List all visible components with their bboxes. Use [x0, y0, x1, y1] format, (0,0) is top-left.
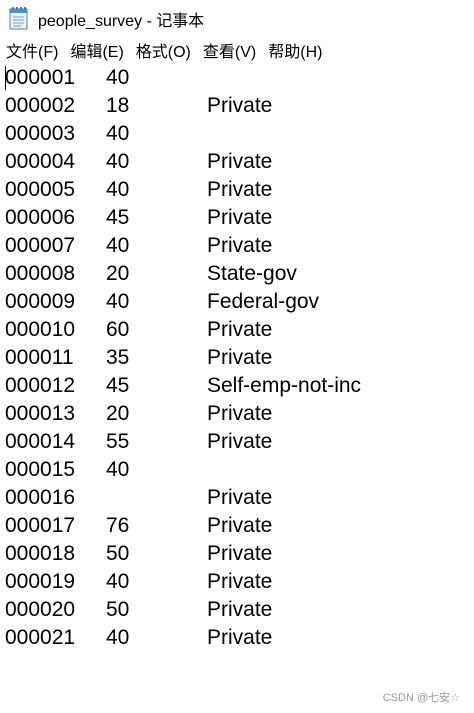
- text-line: 000020 50 Private: [5, 596, 465, 624]
- text-line: 000014 55 Private: [5, 428, 465, 456]
- record-age: 50: [106, 598, 130, 621]
- record-id: 000004: [5, 150, 76, 173]
- record-id: 000009: [5, 290, 76, 313]
- record-workclass: Private: [207, 514, 273, 537]
- record-workclass: Private: [207, 94, 273, 117]
- menu-bar: 文件(F) 编辑(E) 格式(O) 查看(V) 帮助(H): [0, 36, 474, 65]
- record-age: 35: [106, 346, 130, 369]
- menu-help[interactable]: 帮助(H): [268, 38, 326, 62]
- record-age: 60: [106, 318, 130, 341]
- record-age: 40: [106, 150, 130, 173]
- title-bar: people_survey - 记事本: [0, 0, 474, 36]
- record-age: 45: [106, 206, 130, 229]
- record-age: 40: [106, 458, 130, 481]
- record-id: 000019: [5, 570, 76, 593]
- text-line: 000002 18 Private: [5, 92, 465, 120]
- record-workclass: Private: [207, 542, 273, 565]
- record-age: 40: [106, 570, 130, 593]
- record-age: 40: [106, 626, 130, 649]
- record-id: 000006: [5, 206, 76, 229]
- record-id: 000018: [5, 542, 76, 565]
- record-id: 000001: [5, 66, 76, 89]
- record-id: 000008: [5, 262, 76, 285]
- record-workclass: Private: [207, 402, 273, 425]
- watermark: CSDN @七安☆: [382, 692, 460, 704]
- record-age: 76: [106, 514, 130, 537]
- menu-file[interactable]: 文件(F): [6, 38, 62, 62]
- record-age: 18: [106, 94, 130, 117]
- menu-format[interactable]: 格式(O): [136, 38, 195, 62]
- record-id: 000015: [5, 458, 76, 481]
- text-line: 000008 20 State-gov: [5, 260, 465, 288]
- text-line: 000009 40 Federal-gov: [5, 288, 465, 316]
- record-workclass: Self-emp-not-inc: [207, 374, 362, 397]
- text-line: 000004 40 Private: [5, 148, 465, 176]
- text-line: 000007 40 Private: [5, 232, 465, 260]
- record-workclass: Private: [207, 626, 273, 649]
- text-line: 000010 60 Private: [5, 316, 465, 344]
- text-line: 000021 40 Private: [5, 624, 465, 652]
- record-id: 000014: [5, 430, 76, 453]
- record-id: 000011: [5, 346, 74, 369]
- record-workclass: Private: [207, 430, 273, 453]
- text-line: 000016 Private: [5, 484, 465, 512]
- record-age: 45: [106, 374, 130, 397]
- text-line: 000013 20 Private: [5, 400, 465, 428]
- record-age: 40: [106, 178, 130, 201]
- text-content[interactable]: 000001 40 000002 18 Private 000003 40 00…: [5, 64, 465, 652]
- text-line: 000017 76 Private: [5, 512, 465, 540]
- text-line: 000011 35 Private: [5, 344, 465, 372]
- record-id: 000003: [5, 122, 76, 145]
- record-workclass: Private: [207, 598, 273, 621]
- record-id: 000002: [5, 94, 76, 117]
- record-workclass: Private: [207, 150, 273, 173]
- record-workclass: Private: [207, 234, 273, 257]
- notepad-icon: [9, 7, 28, 30]
- text-cursor: [5, 66, 6, 90]
- record-id: 000020: [5, 598, 76, 621]
- record-age: 40: [106, 290, 130, 313]
- record-id: 000012: [5, 374, 76, 397]
- record-age: 40: [106, 234, 130, 257]
- record-workclass: State-gov: [207, 262, 297, 285]
- record-age: 20: [106, 262, 130, 285]
- record-workclass: Private: [207, 486, 273, 509]
- menu-edit[interactable]: 编辑(E): [70, 38, 127, 62]
- record-id: 000017: [5, 514, 76, 537]
- record-workclass: Private: [207, 346, 273, 369]
- text-line: 000006 45 Private: [5, 204, 465, 232]
- record-id: 000016: [5, 486, 76, 509]
- record-workclass: Private: [207, 570, 273, 593]
- record-id: 000013: [5, 402, 76, 425]
- record-workclass: Federal-gov: [207, 290, 320, 313]
- record-workclass: Private: [207, 178, 273, 201]
- record-age: 55: [106, 430, 130, 453]
- record-id: 000021: [5, 626, 76, 649]
- record-workclass: Private: [207, 206, 273, 229]
- window-title: people_survey - 记事本: [38, 13, 205, 30]
- record-age: 40: [106, 66, 130, 89]
- text-line: 000015 40: [5, 456, 465, 484]
- text-line: 000012 45 Self-emp-not-inc: [5, 372, 465, 400]
- record-workclass: Private: [207, 318, 273, 341]
- record-age: 20: [106, 402, 130, 425]
- menu-view[interactable]: 查看(V): [203, 38, 260, 62]
- text-line: 000018 50 Private: [5, 540, 465, 568]
- record-age: 50: [106, 542, 130, 565]
- record-id: 000005: [5, 178, 76, 201]
- record-id: 000007: [5, 234, 76, 257]
- text-line: 000003 40: [5, 120, 465, 148]
- record-age: 40: [106, 122, 130, 145]
- text-line: 000001 40: [5, 64, 465, 92]
- text-line: 000019 40 Private: [5, 568, 465, 596]
- text-line: 000005 40 Private: [5, 176, 465, 204]
- record-id: 000010: [5, 318, 76, 341]
